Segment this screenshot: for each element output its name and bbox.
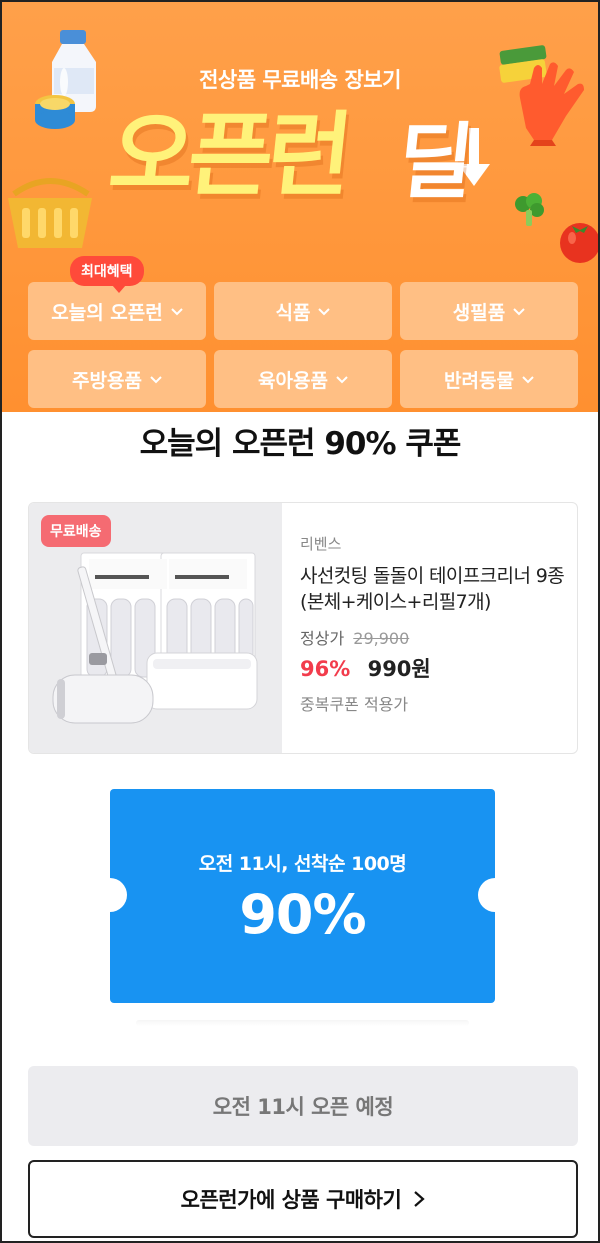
hero-title-suffix: 딜 [393,115,475,210]
open-scheduled-label: 오전 11시 오픈 예정 [212,1095,394,1119]
product-info: 리벤스 사선컷팅 돌돌이 테이프크리너 9종(본체+케이스+리필7개) 정상가 … [300,533,570,715]
chevron-down-icon [171,308,183,316]
buy-button-label: 오픈런가에 상품 구매하기 [180,1188,402,1212]
sale-price-row: 96% 990원 [300,653,570,683]
basket-icon [8,178,92,248]
category-daily-necessities[interactable]: 생필품 [400,282,578,340]
chevron-down-icon [150,376,162,384]
regular-price-row: 정상가 29,900 [300,625,570,649]
regular-price: 29,900 [353,629,410,649]
category-baby[interactable]: 육아용품 [214,350,392,408]
category-label: 육아용품 [258,369,328,392]
sale-price: 990원 [367,657,431,682]
product-card[interactable]: 무료배송 리벤스 사선컷팅 돌돌이 테이프크리너 9종(본체+케이스+리필7개)… [28,502,578,754]
chevron-down-icon [336,376,348,384]
product-image[interactable]: 무료배송 [29,503,282,753]
chevron-right-icon [414,1191,425,1207]
category-label: 생필품 [452,301,506,324]
buy-product-button[interactable]: 오픈런가에 상품 구매하기 [28,1160,578,1238]
coupon-subtitle: 오전 11시, 선착순 100명 [198,853,407,875]
hero-title: 오픈런 [104,102,352,209]
section-title: 오늘의 오픈런 90% 쿠폰 [139,426,462,462]
category-label: 오늘의 오픈런 [51,301,163,324]
hero-subtitle: 전상품 무료배송 장보기 [199,68,401,92]
regular-price-label: 정상가 [300,629,345,649]
ticket-shadow [136,1020,469,1026]
max-benefit-badge: 최대혜택 [70,256,144,293]
free-shipping-badge: 무료배송 [41,515,111,547]
can-icon [35,95,75,129]
product-brand: 리벤스 [300,535,342,553]
tomato-icon [560,223,598,263]
coupon-value: 90% [239,883,366,946]
category-label: 주방용품 [72,369,142,392]
coupon-ticket[interactable]: 오전 11시, 선착순 100명 90% [93,789,512,1003]
coupon-note: 중복쿠폰 적용가 [300,695,409,715]
category-today-openrun[interactable]: 최대혜택 오늘의 오픈런 [28,256,206,340]
chevron-down-icon [318,308,331,316]
category-pets[interactable]: 반려동물 [400,350,578,408]
chevron-down-icon [522,376,534,384]
category-label: 반려동물 [444,369,514,392]
open-scheduled-button[interactable]: 오전 11시 오픈 예정 [28,1066,578,1146]
hero-banner: 전상품 무료배송 장보기 오픈런 딜 최대혜택 오늘의 오픈런 식품 생필품 주… [2,2,598,412]
discount-rate: 96% [300,657,351,682]
category-label: 식품 [275,301,311,324]
category-food[interactable]: 식품 [214,282,392,340]
category-kitchen[interactable]: 주방용품 [28,350,206,408]
chevron-down-icon [513,308,525,316]
app-frame: 전상품 무료배송 장보기 오픈런 딜 최대혜택 오늘의 오픈런 식품 생필품 주… [0,0,600,1243]
product-name[interactable]: 사선컷팅 돌돌이 테이프크리너 9종(본체+케이스+리필7개) [300,564,570,615]
broccoli-icon [515,193,544,226]
